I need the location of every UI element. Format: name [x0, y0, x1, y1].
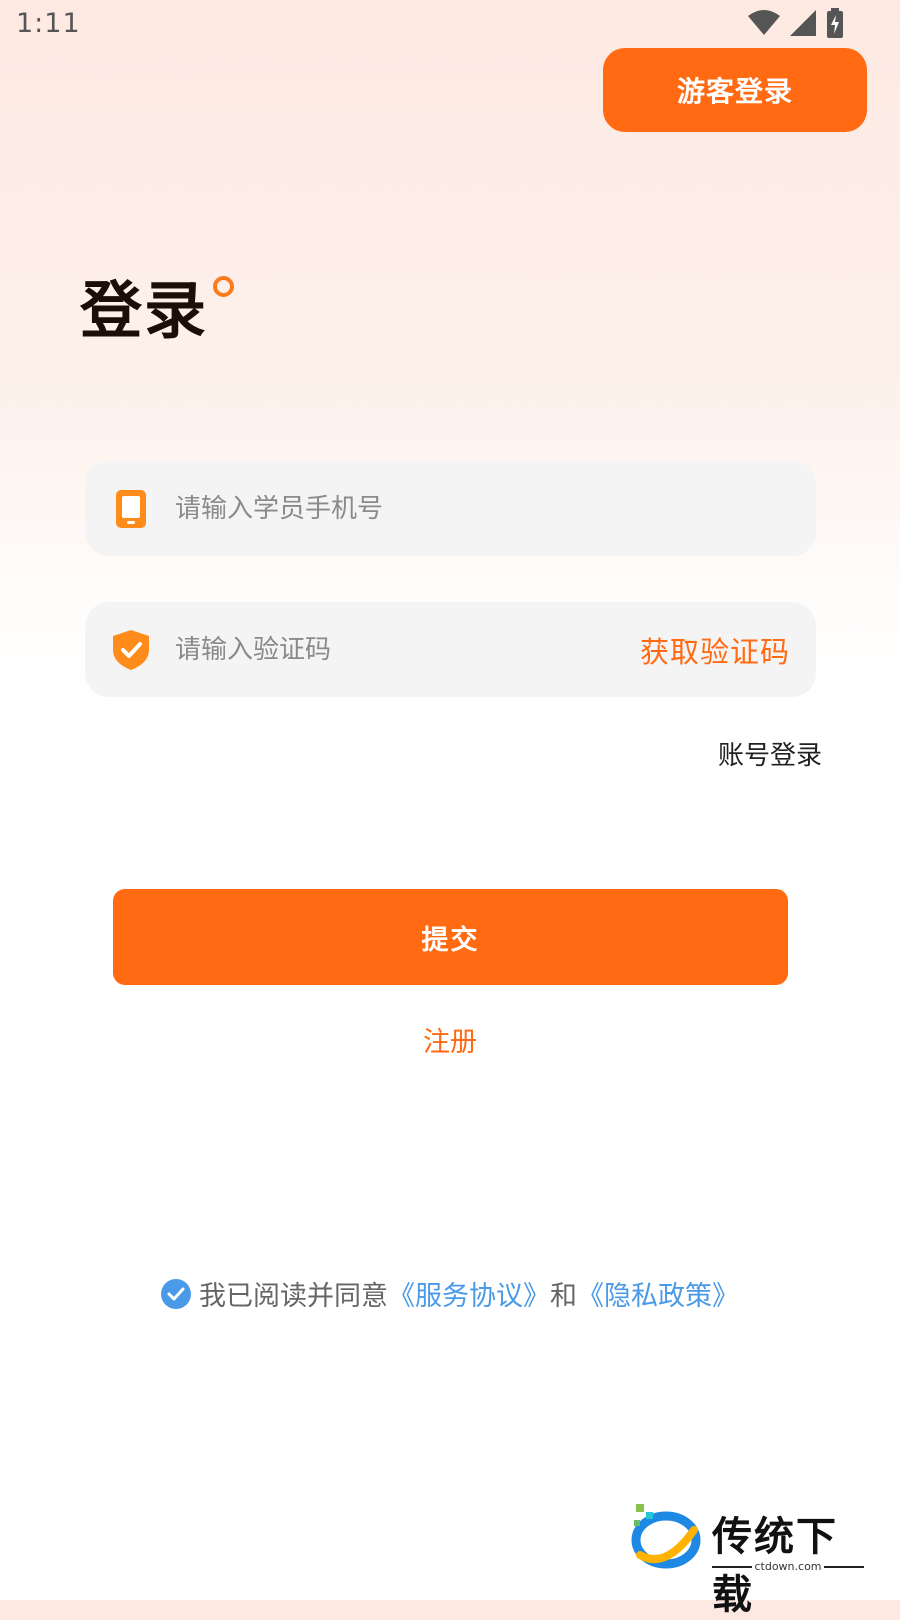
code-field[interactable]: 获取验证码 — [85, 602, 816, 697]
guest-login-button[interactable]: 游客登录 — [603, 48, 867, 132]
account-login-link[interactable]: 账号登录 — [718, 735, 822, 772]
check-circle-icon[interactable] — [161, 1278, 191, 1309]
page-title: 登录 — [80, 274, 209, 347]
status-bar: 1:11 — [0, 0, 900, 48]
title-dot-decoration — [213, 276, 234, 297]
watermark-logo-icon — [631, 1504, 701, 1569]
shield-check-icon — [111, 629, 151, 670]
register-link[interactable]: 注册 — [0, 1020, 900, 1059]
privacy-policy-link[interactable]: 《隐私政策》 — [577, 1274, 739, 1313]
watermark: 传统下载 ctdown.com — [628, 1500, 878, 1618]
battery-charging-icon — [827, 8, 843, 38]
agreement-prefix: 我已阅读并同意 — [199, 1281, 388, 1312]
submit-button[interactable]: 提交 — [113, 889, 788, 985]
status-icons — [748, 8, 844, 38]
service-agreement-link[interactable]: 《服务协议》 — [388, 1274, 550, 1313]
phone-input[interactable] — [173, 477, 816, 540]
phone-icon — [111, 489, 151, 529]
code-input[interactable] — [173, 618, 640, 681]
get-code-button[interactable]: 获取验证码 — [640, 629, 790, 671]
watermark-line-right — [824, 1566, 864, 1568]
signal-icon — [790, 10, 816, 36]
wifi-icon — [748, 10, 780, 35]
phone-field[interactable] — [85, 461, 816, 556]
status-time: 1:11 — [16, 8, 81, 39]
title-block: 登录 — [80, 274, 234, 347]
agreement-and: 和 — [550, 1281, 577, 1312]
agreement-row: 我已阅读并同意 《服务协议》 和 《隐私政策》 — [0, 1274, 900, 1313]
